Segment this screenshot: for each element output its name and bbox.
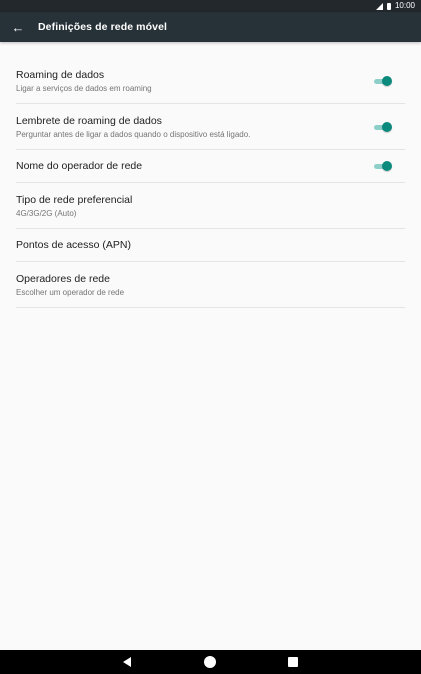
toggle-thumb [382,161,392,171]
setting-subtitle: Ligar a serviços de dados em roaming [16,83,152,93]
nav-home-icon[interactable] [204,656,216,668]
navigation-bar [0,650,421,674]
setting-access-points[interactable]: Pontos de acesso (APN) [16,229,405,262]
status-icons: 10:00 [375,0,415,12]
app-bar: ← Definições de rede móvel [0,12,421,42]
setting-title: Operadores de rede [16,272,110,285]
nav-back-icon[interactable] [123,657,131,667]
setting-subtitle: 4G/3G/2G (Auto) [16,208,77,218]
setting-title: Pontos de acesso (APN) [16,239,131,251]
page-title: Definições de rede móvel [38,21,168,33]
setting-title: Tipo de rede preferencial [16,193,133,206]
toggle-thumb [382,121,392,132]
arrow-back-icon[interactable]: ← [6,12,30,42]
operator-name-toggle[interactable] [374,161,392,171]
roaming-reminder-toggle[interactable] [374,121,392,132]
setting-preferred-network-type[interactable]: Tipo de rede preferencial 4G/3G/2G (Auto… [16,183,405,229]
nav-recent-icon[interactable] [288,657,298,667]
data-roaming-toggle[interactable] [374,75,392,86]
setting-data-roaming[interactable]: Roaming de dados Ligar a serviços de dad… [16,58,405,104]
setting-subtitle: Escolher um operador de rede [16,287,125,297]
status-time: 10:00 [394,1,415,10]
setting-operator-name[interactable]: Nome do operador de rede [16,150,405,183]
setting-roaming-reminder[interactable]: Lembrete de roaming de dados Perguntar a… [16,104,405,150]
signal-icon [375,2,383,10]
setting-title: Lembrete de roaming de dados [16,114,162,127]
setting-subtitle: Perguntar antes de ligar a dados quando … [16,129,251,139]
toggle-thumb [382,75,392,86]
setting-title: Nome do operador de rede [16,160,143,172]
battery-icon [386,2,391,10]
status-bar: 10:00 [0,0,421,12]
settings-list: Roaming de dados Ligar a serviços de dad… [16,58,405,308]
setting-network-operators[interactable]: Operadores de rede Escolher um operador … [16,262,405,308]
setting-title: Roaming de dados [16,68,105,81]
